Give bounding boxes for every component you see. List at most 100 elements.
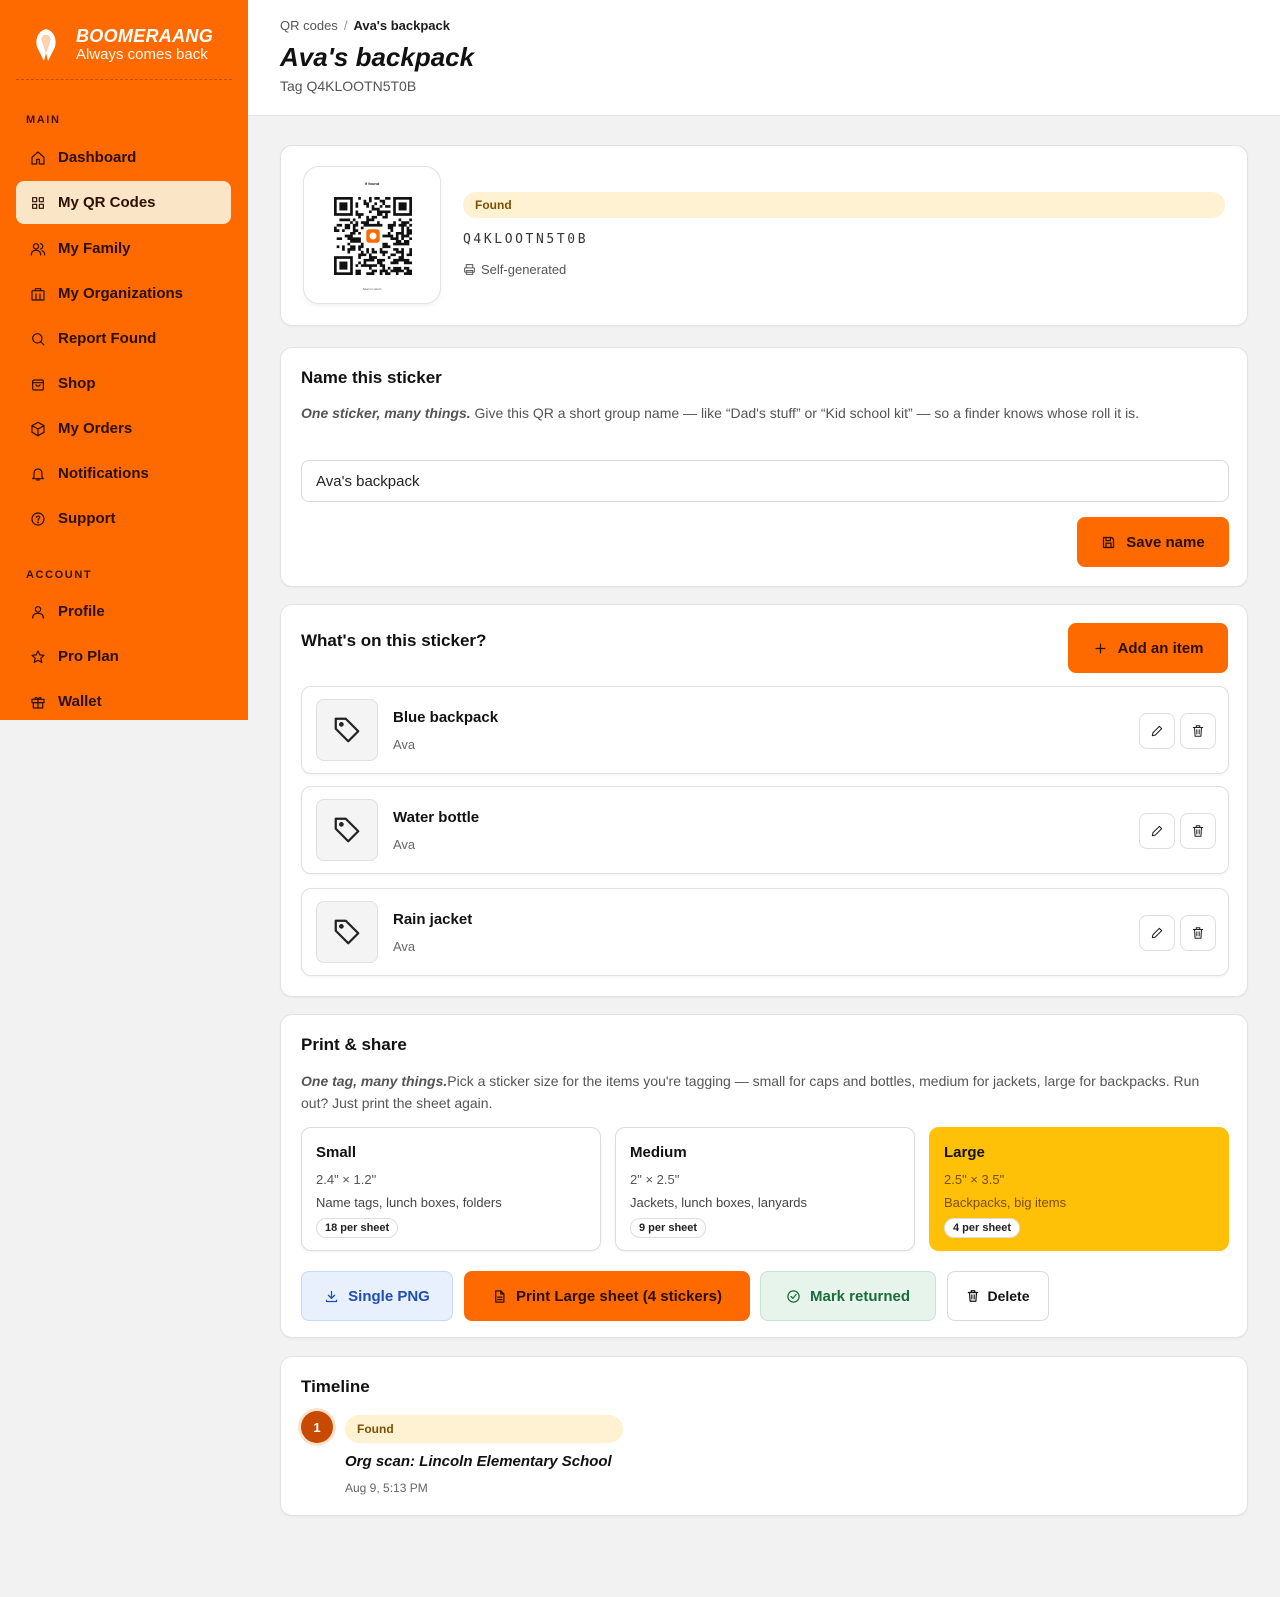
breadcrumb: QR codes / Ava's backpack: [280, 18, 450, 33]
size-option-medium[interactable]: Medium 2" × 2.5" Jackets, lunch boxes, l…: [615, 1127, 915, 1251]
size-dimensions: 2" × 2.5": [630, 1172, 680, 1187]
description-lead: One sticker, many things.: [301, 405, 471, 421]
qr-code-icon: [334, 197, 412, 275]
breadcrumb-root-link[interactable]: QR codes: [280, 18, 338, 33]
size-use: Name tags, lunch boxes, folders: [316, 1195, 502, 1210]
help-circle-icon: [31, 511, 45, 526]
trash-icon: [1192, 927, 1204, 939]
page-header: QR codes / Ava's backpack Ava's backpack T…: [248, 0, 1280, 116]
print-description: One tag, many things.Pick a sticker size…: [301, 1070, 1221, 1114]
card-title: Name this sticker: [301, 368, 442, 387]
timeline-card: Timeline 1 Found Org scan: Lincoln Eleme…: [280, 1356, 1248, 1516]
tag-icon: [334, 717, 360, 743]
brand[interactable]: BOOMERAANG Always comes back: [32, 26, 213, 64]
list-item[interactable]: Blue backpack Ava: [301, 686, 1229, 774]
delete-item-button[interactable]: [1180, 813, 1216, 849]
timeline-step-number: 1: [301, 1411, 333, 1443]
qr-sticker-preview[interactable]: If found Scan to return: [303, 166, 441, 304]
sidebar-item-wallet[interactable]: Wallet: [16, 680, 231, 723]
sidebar-item-label: My Orders: [58, 420, 133, 437]
sidebar-item-label: Notifications: [58, 465, 149, 482]
size-dimensions: 2.4" × 1.2": [316, 1172, 377, 1187]
edit-item-button[interactable]: [1139, 813, 1175, 849]
sidebar-item-label: Shop: [58, 375, 96, 392]
item-thumbnail: [316, 699, 378, 761]
sidebar-item-profile[interactable]: Profile: [16, 590, 231, 633]
sidebar-item-support[interactable]: Support: [16, 497, 231, 540]
list-item[interactable]: Rain jacket Ava: [301, 888, 1229, 976]
delete-item-button[interactable]: [1180, 915, 1216, 951]
sidebar-item-my-qr-codes[interactable]: My QR Codes: [16, 181, 231, 224]
sticker-items-card: What's on this sticker? Add an item Blue…: [280, 604, 1248, 997]
sticker-name-input[interactable]: [301, 460, 1229, 502]
tag-icon: [334, 919, 360, 945]
sidebar-item-label: Wallet: [58, 693, 102, 710]
page-subtitle: Tag Q4KLOOTN5T0B: [280, 78, 417, 94]
source-text: Self-generated: [481, 262, 567, 277]
download-icon: [326, 1290, 338, 1302]
delete-item-button[interactable]: [1180, 713, 1216, 749]
gift-icon: [31, 696, 45, 709]
size-count-badge: 9 per sheet: [630, 1218, 707, 1238]
brand-tagline: Always comes back: [76, 46, 208, 63]
card-title: Print & share: [301, 1035, 407, 1054]
print-sheet-button[interactable]: Print Large sheet (4 stickers): [464, 1271, 750, 1321]
breadcrumb-current: Ava's backpack: [353, 18, 450, 33]
size-use: Jackets, lunch boxes, lanyards: [630, 1195, 808, 1210]
sidebar-item-my-orders[interactable]: My Orders: [16, 407, 231, 450]
tag-code: Q4KLOOTN5T0B: [463, 232, 589, 247]
delete-button[interactable]: Delete: [947, 1271, 1049, 1321]
item-thumbnail: [316, 799, 378, 861]
document-icon: [495, 1289, 505, 1303]
check-circle-icon: [787, 1289, 800, 1303]
list-item[interactable]: Water bottle Ava: [301, 786, 1229, 874]
edit-item-button[interactable]: [1139, 915, 1175, 951]
timeline-event-time: Aug 9, 5:13 PM: [345, 1481, 428, 1495]
description-text: Give this QR a short group name — like “…: [470, 405, 1140, 421]
edit-item-button[interactable]: [1139, 713, 1175, 749]
save-name-button[interactable]: Save name: [1077, 517, 1229, 567]
size-dimensions: 2.5" × 3.5": [944, 1172, 1005, 1187]
brand-name: BOOMERAANG: [76, 26, 213, 46]
sidebar-item-pro-plan[interactable]: Pro Plan: [16, 635, 231, 678]
search-icon: [32, 332, 45, 346]
user-icon: [32, 605, 44, 619]
size-option-small[interactable]: Small 2.4" × 1.2" Name tags, lunch boxes…: [301, 1127, 601, 1251]
sidebar-item-label: Support: [58, 510, 116, 527]
save-name-label: Save name: [1126, 533, 1205, 551]
add-item-button[interactable]: Add an item: [1068, 623, 1228, 673]
single-png-button[interactable]: Single PNG: [301, 1271, 453, 1321]
sidebar-item-notifications[interactable]: Notifications: [16, 452, 231, 495]
brand-divider: [16, 79, 232, 80]
save-icon: [1103, 536, 1115, 548]
sidebar-item-shop[interactable]: Shop: [16, 362, 231, 405]
mark-returned-button[interactable]: Mark returned: [760, 1271, 936, 1321]
size-count-badge: 4 per sheet: [944, 1218, 1021, 1238]
pencil-icon: [1151, 825, 1163, 837]
package-icon: [31, 421, 45, 436]
sidebar-item-label: My Organizations: [58, 285, 184, 302]
size-count-badge: 18 per sheet: [316, 1218, 399, 1238]
sidebar-item-label: Report Found: [58, 330, 157, 347]
plus-icon: [1095, 643, 1106, 653]
sidebar-item-label: My Family: [58, 240, 131, 257]
page-title: Ava's backpack: [280, 42, 475, 72]
print-share-card: Print & share One tag, many things.Pick …: [280, 1014, 1248, 1338]
single-png-label: Single PNG: [348, 1287, 430, 1305]
sidebar-item-my-organizations[interactable]: My Organizations: [16, 272, 231, 315]
size-option-large[interactable]: Large 2.5" × 3.5" Backpacks, big items 4…: [929, 1127, 1229, 1251]
size-name: Medium: [630, 1144, 687, 1161]
sidebar-item-dashboard[interactable]: Dashboard: [16, 136, 231, 179]
sidebar-item-label: Profile: [58, 603, 105, 620]
name-description: One sticker, many things. Give this QR a…: [301, 402, 1221, 424]
name-sticker-card: Name this sticker One sticker, many thin…: [280, 347, 1248, 587]
section-label-main: MAIN: [26, 114, 61, 126]
sidebar-item-my-family[interactable]: My Family: [16, 227, 231, 270]
description-lead: One tag, many things.: [301, 1073, 448, 1089]
sidebar-item-label: My QR Codes: [58, 194, 156, 211]
qr-preview-top-text: If found: [364, 181, 380, 186]
sidebar-item-label: Pro Plan: [58, 648, 119, 665]
sidebar-item-report-found[interactable]: Report Found: [16, 317, 231, 360]
trash-icon: [1192, 825, 1204, 837]
item-name: Water bottle: [393, 809, 480, 826]
